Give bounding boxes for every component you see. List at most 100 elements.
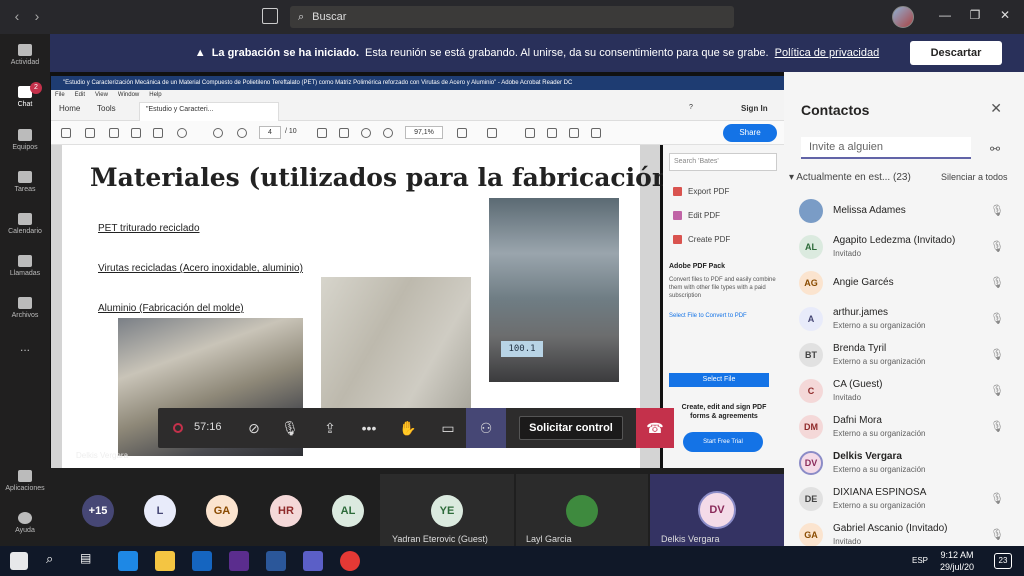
- menu-file[interactable]: File: [55, 92, 65, 98]
- contact-row[interactable]: C CA (Guest) Invitado 🎙: [799, 379, 1019, 413]
- back-arrow-icon[interactable]: ‹: [10, 8, 24, 24]
- sign-in-link[interactable]: Sign In: [741, 104, 768, 113]
- mic-off-icon[interactable]: 🎙: [990, 312, 1004, 325]
- mic-off-icon[interactable]: 🎙: [990, 276, 1004, 289]
- contact-row[interactable]: AG Angie Garcés 🎙: [799, 271, 1019, 305]
- rail-actividad[interactable]: Actividad: [0, 44, 50, 66]
- invite-input[interactable]: Invite a alguien: [801, 137, 971, 159]
- rail-more[interactable]: ...: [0, 340, 50, 354]
- share-button[interactable]: Share: [723, 124, 777, 142]
- contact-row[interactable]: DE DIXIANA ESPINOSA Externo a su organizac…: [799, 487, 1019, 521]
- star-icon[interactable]: [85, 128, 95, 138]
- rail-aplicaciones[interactable]: Aplicaciones: [0, 470, 50, 492]
- hangup-button[interactable]: ☎: [636, 408, 674, 448]
- participant-avatar[interactable]: L: [144, 495, 176, 527]
- mic-off-icon[interactable]: 🎙: [990, 420, 1004, 433]
- chat-button[interactable]: ▭: [428, 408, 468, 448]
- convert-link[interactable]: Select File to Convert to PDF: [669, 312, 777, 320]
- zoom-select[interactable]: 97,1%: [405, 126, 443, 139]
- mic-off-icon[interactable]: 🎙: [990, 240, 1004, 253]
- contact-row[interactable]: DV Delkis Vergara Externo a su organizació…: [799, 451, 1019, 485]
- rail-chat[interactable]: 2 Chat: [0, 82, 50, 108]
- close-window-icon[interactable]: ✕: [990, 8, 1020, 22]
- mic-off-icon[interactable]: 🎙: [990, 204, 1004, 217]
- select-cursor-icon[interactable]: [317, 128, 327, 138]
- close-icon[interactable]: ✕: [990, 100, 1002, 117]
- language-indicator[interactable]: ESP: [912, 556, 928, 565]
- help-icon-acrobat[interactable]: ?: [689, 104, 693, 111]
- search-input[interactable]: ⌕ Buscar: [290, 6, 734, 28]
- contact-row[interactable]: Melissa Adames 🎙: [799, 199, 1019, 233]
- search-taskbar-icon[interactable]: ⌕: [46, 551, 66, 571]
- rail-calendario[interactable]: Calendario: [0, 213, 50, 235]
- rail-llamadas[interactable]: Llamadas: [0, 255, 50, 277]
- teams-taskbar-icon[interactable]: [303, 551, 323, 571]
- zoom-in-icon[interactable]: [383, 128, 393, 138]
- raise-hand-button[interactable]: ✋: [388, 408, 428, 448]
- stamp-icon[interactable]: [591, 128, 601, 138]
- task-view-icon[interactable]: ▤: [80, 551, 100, 571]
- camera-off-button[interactable]: ⊘: [234, 408, 274, 448]
- zoom-out-icon[interactable]: [361, 128, 371, 138]
- more-actions-button[interactable]: •••: [349, 408, 389, 448]
- link-icon[interactable]: ⚯: [990, 142, 1000, 156]
- search-pdf-icon[interactable]: [177, 128, 187, 138]
- create-pdf-tool[interactable]: Create PDF: [673, 235, 730, 244]
- scroll-mode-icon[interactable]: [487, 128, 497, 138]
- app-icon[interactable]: [229, 551, 249, 571]
- mail-icon[interactable]: [153, 128, 163, 138]
- tab-home[interactable]: Home: [59, 104, 80, 113]
- participants-button[interactable]: ⚇: [466, 408, 506, 448]
- request-control-button[interactable]: Solicitar control: [519, 416, 623, 440]
- bates-search-input[interactable]: Search 'Bates': [669, 153, 777, 171]
- page-up-icon[interactable]: [213, 128, 223, 138]
- rail-tareas[interactable]: Tareas: [0, 171, 50, 193]
- contact-row[interactable]: BT Brenda Tyril Externo a su organización 🎙: [799, 343, 1019, 377]
- comment-icon[interactable]: [525, 128, 535, 138]
- upload-icon[interactable]: [109, 128, 119, 138]
- sign-icon[interactable]: [569, 128, 579, 138]
- print-icon[interactable]: [131, 128, 141, 138]
- participant-avatar[interactable]: HR: [270, 495, 302, 527]
- participant-avatar[interactable]: AL: [332, 495, 364, 527]
- rail-equipos[interactable]: Equipos: [0, 129, 50, 151]
- tab-document[interactable]: "Estudio y Caracteri...: [139, 102, 279, 121]
- explorer-icon[interactable]: [155, 551, 175, 571]
- mute-all-button[interactable]: Silenciar a todos: [941, 172, 1008, 182]
- page-number-input[interactable]: 4: [259, 126, 281, 139]
- save-icon[interactable]: [61, 128, 71, 138]
- mic-off-icon[interactable]: 🎙: [990, 528, 1004, 541]
- mic-off-icon[interactable]: 🎙: [990, 492, 1004, 505]
- share-screen-button[interactable]: ⇪: [310, 408, 350, 448]
- tab-tools[interactable]: Tools: [97, 104, 116, 113]
- maximize-icon[interactable]: ❐: [960, 8, 990, 22]
- rail-ayuda[interactable]: Ayuda: [0, 512, 50, 534]
- free-trial-button[interactable]: Start Free Trial: [683, 432, 763, 452]
- page-down-icon[interactable]: [237, 128, 247, 138]
- menu-window[interactable]: Window: [118, 92, 139, 98]
- minimize-icon[interactable]: —: [930, 8, 960, 22]
- forward-arrow-icon[interactable]: ›: [30, 8, 44, 24]
- discard-button[interactable]: Descartar: [910, 41, 1002, 65]
- word-icon[interactable]: [266, 551, 286, 571]
- menu-view[interactable]: View: [95, 92, 108, 98]
- chrome-icon[interactable]: [340, 551, 360, 571]
- contact-row[interactable]: DM Dafni Mora Externo a su organización 🎙: [799, 415, 1019, 449]
- notification-icon[interactable]: 23: [994, 553, 1012, 569]
- participant-avatar[interactable]: GA: [206, 495, 238, 527]
- outlook-icon[interactable]: [192, 551, 212, 571]
- rail-archivos[interactable]: Archivos: [0, 297, 50, 319]
- menu-edit[interactable]: Edit: [75, 92, 85, 98]
- mic-off-icon[interactable]: 🎙: [990, 384, 1004, 397]
- profile-avatar[interactable]: [892, 6, 914, 28]
- edit-pdf-tool[interactable]: Edit PDF: [673, 211, 720, 220]
- select-file-button[interactable]: Select File: [669, 373, 769, 387]
- export-pdf-tool[interactable]: Export PDF: [673, 187, 729, 196]
- overflow-participants[interactable]: +15: [82, 495, 114, 527]
- menu-help[interactable]: Help: [149, 92, 161, 98]
- edge-icon[interactable]: [118, 551, 138, 571]
- start-icon[interactable]: [10, 552, 28, 570]
- compose-icon[interactable]: [262, 8, 278, 24]
- mic-off-icon[interactable]: 🎙: [990, 348, 1004, 361]
- contact-row[interactable]: AL Agapito Ledezma (Invitado) Invitado 🎙: [799, 235, 1019, 269]
